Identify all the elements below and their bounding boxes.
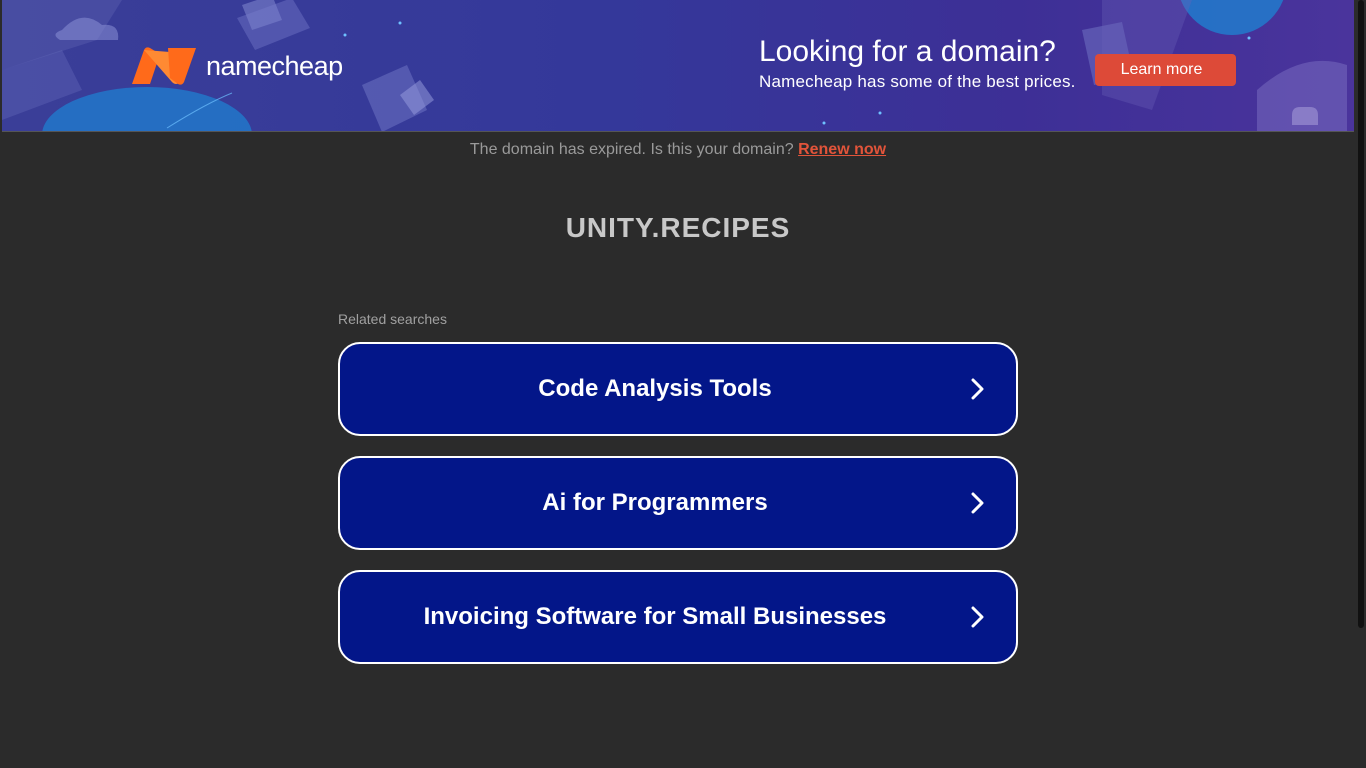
- logo-text: namecheap: [206, 50, 343, 81]
- expired-notice-text: The domain has expired. Is this your dom…: [469, 141, 794, 158]
- related-search-label: Ai for Programmers: [542, 489, 768, 516]
- related-search-item-code-analysis-tools[interactable]: Code Analysis Tools: [338, 342, 1018, 436]
- promo-text-block: Looking for a domain? Namecheap has some…: [759, 34, 1076, 92]
- namecheap-logo[interactable]: namecheap: [130, 46, 343, 86]
- page: namecheap Looking for a domain? Namechea…: [0, 0, 1366, 768]
- scrollbar[interactable]: [1358, 0, 1364, 628]
- related-searches-list: Code Analysis Tools Ai for Programmers I…: [338, 342, 1018, 684]
- promo-subtitle: Namecheap has some of the best prices.: [759, 72, 1076, 91]
- chevron-right-icon: [971, 492, 984, 514]
- promo-title: Looking for a domain?: [759, 35, 1056, 68]
- learn-more-button[interactable]: Learn more: [1095, 54, 1236, 86]
- related-search-label: Invoicing Software for Small Businesses: [423, 603, 887, 630]
- namecheap-banner[interactable]: namecheap Looking for a domain? Namechea…: [2, 0, 1354, 132]
- related-search-item-invoicing-software[interactable]: Invoicing Software for Small Businesses: [338, 570, 1018, 664]
- renew-now-link[interactable]: Renew now: [798, 141, 886, 158]
- related-searches-heading: Related searches: [338, 311, 447, 327]
- chevron-right-icon: [971, 378, 984, 400]
- chevron-right-icon: [971, 606, 984, 628]
- related-search-label: Code Analysis Tools: [538, 375, 772, 402]
- expired-notice: The domain has expired. Is this your dom…: [0, 141, 1356, 159]
- namecheap-n-icon: [132, 47, 196, 85]
- related-search-item-ai-for-programmers[interactable]: Ai for Programmers: [338, 456, 1018, 550]
- domain-name-title: UNITY.RECIPES: [565, 212, 791, 243]
